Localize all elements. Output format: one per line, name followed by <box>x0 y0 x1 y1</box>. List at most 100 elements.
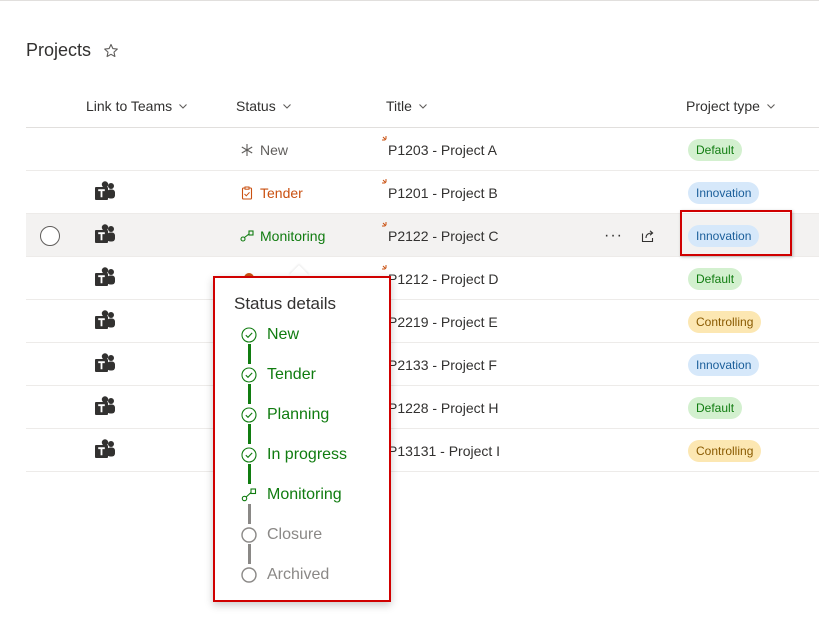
item-title-text: P1212 - Project D <box>388 270 499 287</box>
teams-cell[interactable] <box>92 343 118 386</box>
top-divider <box>0 0 819 1</box>
teams-icon[interactable] <box>92 223 118 249</box>
status-step-closure: Closure <box>241 526 322 544</box>
table-row[interactable]: P1228 - Project H Default <box>26 386 819 429</box>
new-item-icon <box>382 178 387 183</box>
check-circle-icon <box>241 367 257 383</box>
teams-icon[interactable] <box>92 352 118 378</box>
teams-icon[interactable] <box>92 395 118 421</box>
row-select-radio[interactable] <box>40 225 60 246</box>
flow-icon <box>241 488 257 502</box>
empty-circle-icon <box>241 527 257 543</box>
status-monitoring[interactable]: Monitoring <box>240 228 325 244</box>
teams-cell[interactable] <box>92 429 118 472</box>
status-step-new: New <box>241 326 299 344</box>
teams-cell[interactable] <box>92 257 118 300</box>
table-row[interactable]: Tender P1201 - Project B Innovation <box>26 171 819 214</box>
teams-icon[interactable] <box>92 309 118 335</box>
table-row[interactable]: New P1203 - Project A Default <box>26 128 819 171</box>
title-cell[interactable]: P1228 - Project H <box>386 386 499 429</box>
teams-cell[interactable] <box>92 386 118 429</box>
item-title[interactable]: P1212 - Project D <box>382 264 499 287</box>
teams-cell[interactable] <box>92 214 118 257</box>
column-header-label: Project type <box>686 98 760 114</box>
item-title[interactable]: P2133 - Project F <box>386 357 497 373</box>
item-title-text: P13131 - Project I <box>388 442 501 459</box>
popup-heading: Status details <box>234 294 337 313</box>
status-tender[interactable]: Tender <box>240 185 303 201</box>
status-cell[interactable]: Tender <box>240 171 303 214</box>
item-title[interactable]: P1201 - Project B <box>382 178 498 201</box>
column-header-row: Link to Teams Status Title Project type <box>26 86 819 128</box>
table-row[interactable]: P13131 - Project I Controlling <box>26 429 819 472</box>
column-header-project-type[interactable]: Project type <box>686 98 776 114</box>
type-cell: Innovation <box>688 171 760 214</box>
title-cell[interactable]: P1201 - Project B <box>382 171 498 214</box>
item-title[interactable]: P1203 - Project A <box>382 135 497 158</box>
column-header-status[interactable]: Status <box>236 98 292 114</box>
project-type-pill: Default <box>688 396 743 419</box>
item-title[interactable]: P2122 - Project C <box>382 221 499 244</box>
new-item-icon <box>382 221 387 226</box>
project-type-pill: Innovation <box>688 181 760 204</box>
title-cell[interactable]: P2219 - Project E <box>386 300 498 343</box>
column-header-teams[interactable]: Link to Teams <box>86 98 188 114</box>
teams-icon[interactable] <box>92 266 118 292</box>
select-cell[interactable] <box>40 214 60 257</box>
type-cell: Innovation <box>688 343 760 386</box>
share-cell[interactable] <box>640 214 656 257</box>
new-item-icon <box>382 135 387 140</box>
chevron-down-icon <box>282 104 291 109</box>
chevron-down-icon <box>419 104 427 109</box>
item-title-text: P2133 - Project F <box>388 356 497 373</box>
title-cell[interactable]: P1203 - Project A <box>382 128 497 171</box>
flow-icon <box>240 229 254 242</box>
title-cell[interactable]: P2133 - Project F <box>386 343 497 386</box>
status-step-label: New <box>267 326 300 343</box>
column-header-title[interactable]: Title <box>386 98 428 114</box>
status-cell[interactable]: New <box>240 128 288 171</box>
teams-icon[interactable] <box>92 180 118 206</box>
column-header-label: Status <box>236 98 276 114</box>
clipboard-icon <box>241 186 253 200</box>
status-step-tender: Tender <box>241 366 316 384</box>
status-label: Monitoring <box>260 227 326 244</box>
more-actions-button[interactable]: ··· <box>604 227 623 245</box>
item-title[interactable]: P13131 - Project I <box>386 443 500 459</box>
list-header: Projects <box>26 40 119 61</box>
highlight-box <box>680 210 792 256</box>
check-circle-icon <box>241 327 257 343</box>
type-cell: Default <box>688 386 743 429</box>
step-connector <box>248 344 251 364</box>
item-title[interactable]: P1228 - Project H <box>386 400 499 416</box>
check-circle-icon <box>241 447 257 463</box>
item-title-text: P1203 - Project A <box>388 141 497 158</box>
table-row[interactable]: P2219 - Project E Controlling <box>26 300 819 343</box>
status-cell[interactable]: Monitoring <box>240 214 325 257</box>
check-circle-icon <box>241 407 257 423</box>
status-step-monitoring: Monitoring <box>241 486 342 504</box>
title-cell[interactable]: P1212 - Project D <box>382 257 499 300</box>
teams-icon[interactable] <box>92 438 118 464</box>
teams-cell[interactable] <box>92 171 118 214</box>
status-step-label: Archived <box>267 566 330 583</box>
project-type-pill: Controlling <box>688 439 762 462</box>
project-type-pill: Default <box>688 267 743 290</box>
column-header-label: Link to Teams <box>86 98 173 114</box>
empty-circle-icon <box>241 567 257 583</box>
share-icon[interactable] <box>640 228 656 244</box>
more-actions-cell[interactable]: ··· <box>604 214 623 257</box>
status-label: New <box>260 141 289 158</box>
table-row[interactable]: P1212 - Project D Default <box>26 257 819 300</box>
title-cell[interactable]: P13131 - Project I <box>386 429 500 472</box>
star-icon[interactable] <box>103 43 119 59</box>
item-title[interactable]: P2219 - Project E <box>386 314 498 330</box>
status-step-label: Planning <box>267 406 330 423</box>
status-new[interactable]: New <box>240 142 288 158</box>
status-step-label: Monitoring <box>267 486 342 503</box>
title-cell[interactable]: P2122 - Project C <box>382 214 499 257</box>
teams-cell[interactable] <box>92 300 118 343</box>
step-connector <box>248 424 251 444</box>
type-cell: Default <box>688 128 743 171</box>
table-row[interactable]: P2133 - Project F Innovation <box>26 343 819 386</box>
